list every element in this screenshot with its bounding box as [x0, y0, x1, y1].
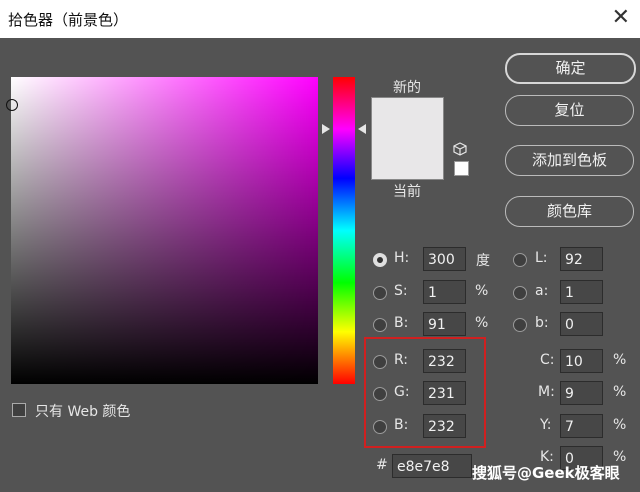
web-safe-swatch[interactable] — [454, 161, 469, 176]
s-field[interactable]: 1 — [423, 280, 466, 304]
hex-field[interactable]: e8e7e8 — [392, 454, 472, 478]
a-label: a: — [535, 283, 549, 299]
m-unit: % — [613, 384, 627, 400]
b-unit: % — [475, 315, 489, 331]
r-radio[interactable] — [373, 355, 387, 369]
y-unit: % — [613, 417, 627, 433]
web-only-label: 只有 Web 颜色 — [35, 404, 131, 420]
close-icon[interactable]: ✕ — [612, 5, 630, 30]
window-title: 拾色器（前景色） — [8, 11, 129, 29]
r-label: R: — [394, 352, 409, 368]
g-field[interactable]: 231 — [423, 381, 466, 405]
new-color-label: 新的 — [393, 80, 421, 96]
r-field[interactable]: 232 — [423, 349, 466, 373]
hue-slider[interactable] — [333, 77, 355, 384]
hue-slider-right-arrow-icon[interactable] — [358, 124, 366, 134]
color-preview-swatch — [371, 97, 444, 180]
c-unit: % — [613, 352, 627, 368]
y-label: Y: — [540, 417, 552, 433]
lab-b-field[interactable]: 0 — [560, 312, 603, 336]
c-label: C: — [540, 352, 555, 368]
a-radio[interactable] — [513, 286, 527, 300]
b-label: B: — [394, 315, 409, 331]
m-label: M: — [538, 384, 555, 400]
color-field-marker[interactable] — [6, 99, 18, 111]
l-radio[interactable] — [513, 253, 527, 267]
watermark-text: 搜狐号@Geek极客眼 — [472, 464, 620, 482]
s-label: S: — [394, 283, 408, 299]
b-field[interactable]: 91 — [423, 312, 466, 336]
add-to-swatches-button[interactable]: 添加到色板 — [505, 145, 634, 176]
ok-button[interactable]: 确定 — [505, 53, 636, 84]
m-field[interactable]: 9 — [560, 381, 603, 405]
current-color-label: 当前 — [393, 184, 421, 200]
hex-label: # — [376, 457, 388, 473]
c-field[interactable]: 10 — [560, 349, 603, 373]
web-only-checkbox[interactable] — [12, 403, 26, 417]
color-libraries-button[interactable]: 颜色库 — [505, 196, 634, 227]
s-radio[interactable] — [373, 286, 387, 300]
g-radio[interactable] — [373, 387, 387, 401]
s-unit: % — [475, 283, 489, 299]
rgb-b-field[interactable]: 232 — [423, 414, 466, 438]
rgb-b-label: B: — [394, 417, 409, 433]
reset-button[interactable]: 复位 — [505, 95, 634, 126]
title-bar: 拾色器（前景色） ✕ — [0, 0, 640, 38]
l-label: L: — [535, 250, 548, 266]
y-field[interactable]: 7 — [560, 414, 603, 438]
lab-b-radio[interactable] — [513, 318, 527, 332]
h-unit: 度 — [476, 253, 490, 269]
h-field[interactable]: 300 — [423, 247, 466, 271]
h-label: H: — [394, 250, 410, 266]
h-radio[interactable] — [373, 253, 387, 267]
lab-b-label: b: — [535, 315, 549, 331]
l-field[interactable]: 92 — [560, 247, 603, 271]
a-field[interactable]: 1 — [560, 280, 603, 304]
g-label: G: — [394, 384, 410, 400]
b-radio[interactable] — [373, 318, 387, 332]
rgb-b-radio[interactable] — [373, 420, 387, 434]
color-field[interactable] — [11, 77, 318, 384]
hue-slider-left-arrow-icon[interactable] — [322, 124, 330, 134]
out-of-gamut-cube-icon[interactable] — [453, 142, 467, 156]
